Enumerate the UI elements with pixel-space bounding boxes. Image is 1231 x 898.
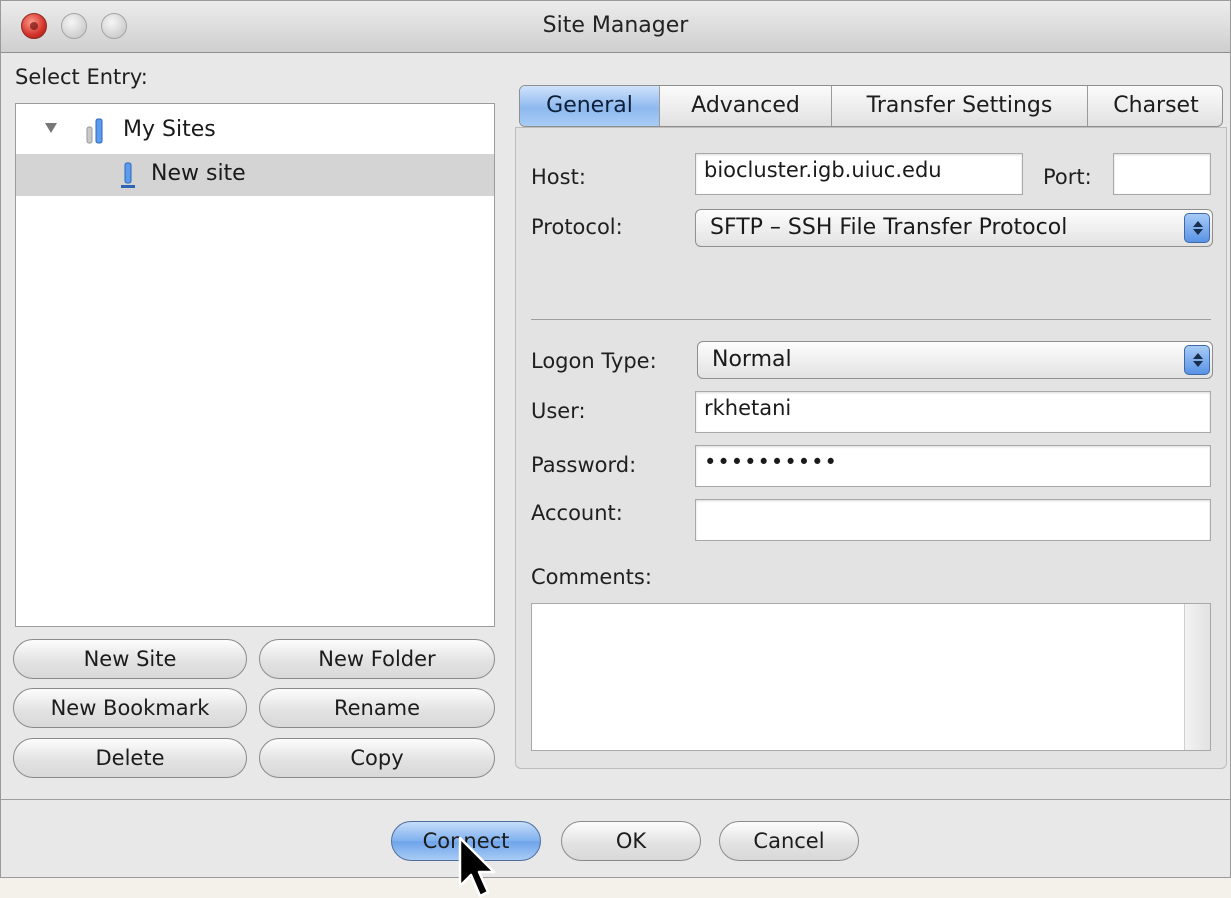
logon-type-select[interactable]: Normal [697, 341, 1213, 379]
port-input[interactable] [1113, 153, 1211, 195]
title-bar: Site Manager [1, 1, 1230, 53]
comments-scrollbar[interactable] [1184, 604, 1210, 750]
user-label: User: [531, 399, 586, 423]
sites-folder-icon [86, 118, 103, 144]
new-folder-button[interactable]: New Folder [259, 639, 495, 679]
tree-root-label[interactable]: My Sites [123, 117, 216, 142]
password-input[interactable]: •••••••••• [695, 445, 1211, 487]
tab-charset[interactable]: Charset [1088, 86, 1222, 126]
account-label: Account: [531, 501, 623, 525]
comments-label: Comments: [531, 565, 652, 589]
delete-button[interactable]: Delete [13, 738, 247, 778]
site-icon [121, 162, 135, 188]
copy-button[interactable]: Copy [259, 738, 495, 778]
rename-button[interactable]: Rename [259, 688, 495, 728]
port-label: Port: [1043, 165, 1092, 189]
logon-type-value: Normal [712, 347, 792, 372]
comments-value [532, 604, 1210, 616]
protocol-value: SFTP – SSH File Transfer Protocol [710, 215, 1068, 240]
account-input[interactable] [695, 499, 1211, 541]
new-bookmark-button[interactable]: New Bookmark [13, 688, 247, 728]
tree-item-new-site[interactable] [16, 154, 494, 196]
tab-bar: General Advanced Transfer Settings Chars… [519, 85, 1223, 127]
logon-type-label: Logon Type: [531, 349, 657, 373]
ok-button[interactable]: OK [561, 821, 701, 861]
disclosure-triangle-icon[interactable] [45, 123, 57, 133]
protocol-label: Protocol: [531, 215, 623, 239]
window-title: Site Manager [542, 13, 689, 38]
tab-transfer-settings[interactable]: Transfer Settings [832, 86, 1088, 126]
protocol-select[interactable]: SFTP – SSH File Transfer Protocol [695, 209, 1213, 247]
user-input[interactable]: rkhetani [695, 391, 1211, 433]
comments-textarea[interactable] [531, 603, 1211, 751]
cancel-button[interactable]: Cancel [719, 821, 859, 861]
tree-child-label[interactable]: New site [151, 161, 246, 186]
site-manager-window: Site Manager Select Entry: My Sites New … [0, 0, 1231, 878]
footer-divider [1, 799, 1231, 800]
stepper-icon [1184, 345, 1210, 375]
stepper-icon [1184, 213, 1210, 243]
password-label: Password: [531, 453, 637, 477]
new-site-button[interactable]: New Site [13, 639, 247, 679]
host-input[interactable]: biocluster.igb.uiuc.edu [695, 153, 1023, 195]
tab-advanced[interactable]: Advanced [660, 86, 832, 126]
site-tree[interactable] [15, 103, 495, 627]
host-label: Host: [531, 165, 586, 189]
tab-general[interactable]: General [520, 86, 660, 126]
section-divider [531, 319, 1211, 320]
select-entry-label: Select Entry: [15, 65, 148, 89]
mouse-cursor-icon [458, 836, 496, 898]
